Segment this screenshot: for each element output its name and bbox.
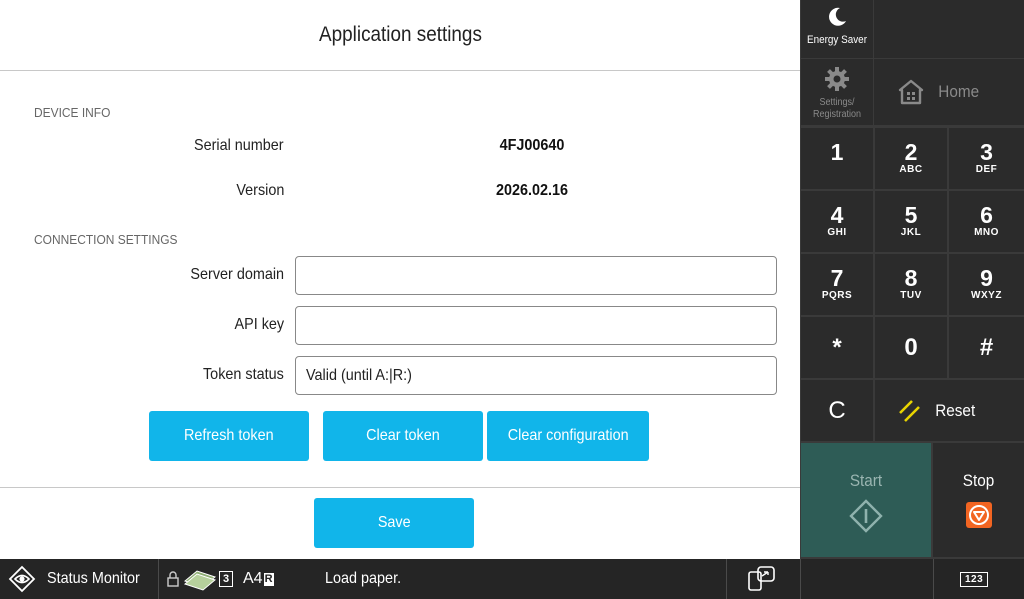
reset-label: Reset	[935, 400, 976, 420]
status-separator-4	[933, 559, 934, 599]
settings-label-line2: Registration	[812, 109, 862, 120]
settings-registration-button[interactable]: Settings/ Registration	[801, 59, 873, 125]
key-hash[interactable]: #	[949, 317, 1024, 378]
status-separator-2	[726, 559, 727, 599]
lock-icon	[167, 571, 179, 587]
status-separator-3	[800, 559, 801, 599]
gear-icon	[825, 67, 849, 91]
version-label: Version	[235, 182, 284, 199]
page-title: Application settings	[318, 23, 482, 46]
tray-count-badge: 3	[219, 571, 233, 587]
device-info-section-label: DEVICE INFO	[34, 105, 111, 120]
start-label: Start	[849, 471, 883, 490]
connection-settings-section-label: CONNECTION SETTINGS	[34, 232, 178, 247]
title-bar: Application settings	[0, 0, 800, 71]
control-panel: Energy Saver Settings/ Registration Home…	[800, 0, 1024, 559]
serial-number-label: Serial number	[194, 137, 284, 154]
keypad-icon: 123	[960, 571, 989, 587]
clear-configuration-label: Clear configuration	[507, 427, 629, 444]
key-1[interactable]: 1	[801, 128, 873, 189]
footer-divider	[0, 487, 800, 488]
serial-number-value: 4FJ00640	[499, 137, 565, 154]
key-9[interactable]: 9 WXYZ	[949, 254, 1024, 315]
token-status-field[interactable]: Valid (until A:|R:)	[295, 356, 777, 395]
stop-icon	[965, 502, 992, 528]
energy-saver-label: Energy Saver	[807, 34, 867, 46]
refresh-token-label: Refresh token	[184, 427, 274, 444]
server-domain-label: Server domain	[190, 266, 284, 283]
status-monitor-button[interactable]: Status Monitor	[8, 559, 158, 599]
key-7[interactable]: 7 PQRS	[801, 254, 873, 315]
version-value: 2026.02.16	[495, 182, 569, 199]
key-8[interactable]: 8 TUV	[875, 254, 947, 315]
paper-size: A4	[243, 570, 263, 587]
save-button[interactable]: Save	[314, 498, 474, 548]
moon-icon	[829, 7, 846, 26]
paper-orientation-badge: R	[263, 572, 274, 586]
reset-icon	[899, 399, 920, 422]
status-message: Load paper.	[325, 559, 410, 599]
paper-status[interactable]: 3 A4 R	[167, 559, 274, 599]
device-connection-button[interactable]	[746, 559, 778, 599]
key-asterisk[interactable]: *	[801, 317, 873, 378]
api-key-label: API key	[234, 316, 284, 333]
key-2[interactable]: 2 ABC	[875, 128, 947, 189]
start-icon	[849, 499, 883, 533]
numeric-keypad-button[interactable]: 123	[960, 559, 989, 599]
status-separator	[158, 559, 159, 599]
mobile-connection-icon	[748, 566, 775, 591]
app-settings-screen: Application settings DEVICE INFO Serial …	[0, 0, 800, 559]
paper-tray-icon	[183, 570, 217, 591]
home-icon	[898, 79, 924, 105]
status-bar: Status Monitor 3 A4 R Load paper. 123	[0, 559, 1024, 599]
save-label: Save	[377, 514, 411, 531]
key-4[interactable]: 4 GHI	[801, 191, 873, 252]
status-message-text: Load paper.	[325, 570, 402, 587]
start-button[interactable]: Start	[801, 443, 931, 557]
home-button[interactable]: Home	[874, 59, 1024, 125]
key-6[interactable]: 6 MNO	[949, 191, 1024, 252]
panel-blank-top	[874, 0, 1024, 58]
token-status-value: Valid (until A:|R:)	[306, 366, 412, 384]
token-status-label: Token status	[203, 366, 284, 383]
key-3[interactable]: 3 DEF	[949, 128, 1024, 189]
api-key-input[interactable]	[295, 306, 777, 345]
clear-key[interactable]: C	[801, 380, 873, 441]
key-0[interactable]: 0	[875, 317, 947, 378]
reset-button[interactable]: Reset	[875, 380, 1024, 441]
energy-saver-button[interactable]: Energy Saver	[801, 0, 873, 58]
clear-token-button[interactable]: Clear token	[323, 411, 483, 461]
refresh-token-button[interactable]: Refresh token	[149, 411, 309, 461]
eye-icon	[8, 565, 36, 593]
clear-token-label: Clear token	[366, 427, 440, 444]
settings-label-line1: Settings/	[819, 97, 855, 108]
key-5[interactable]: 5 JKL	[875, 191, 947, 252]
server-domain-input[interactable]	[295, 256, 777, 295]
stop-label: Stop	[962, 471, 995, 490]
stop-button[interactable]: Stop	[933, 443, 1024, 557]
clear-configuration-button[interactable]: Clear configuration	[487, 411, 649, 461]
status-monitor-label: Status Monitor	[47, 570, 140, 587]
home-label: Home	[938, 82, 980, 101]
